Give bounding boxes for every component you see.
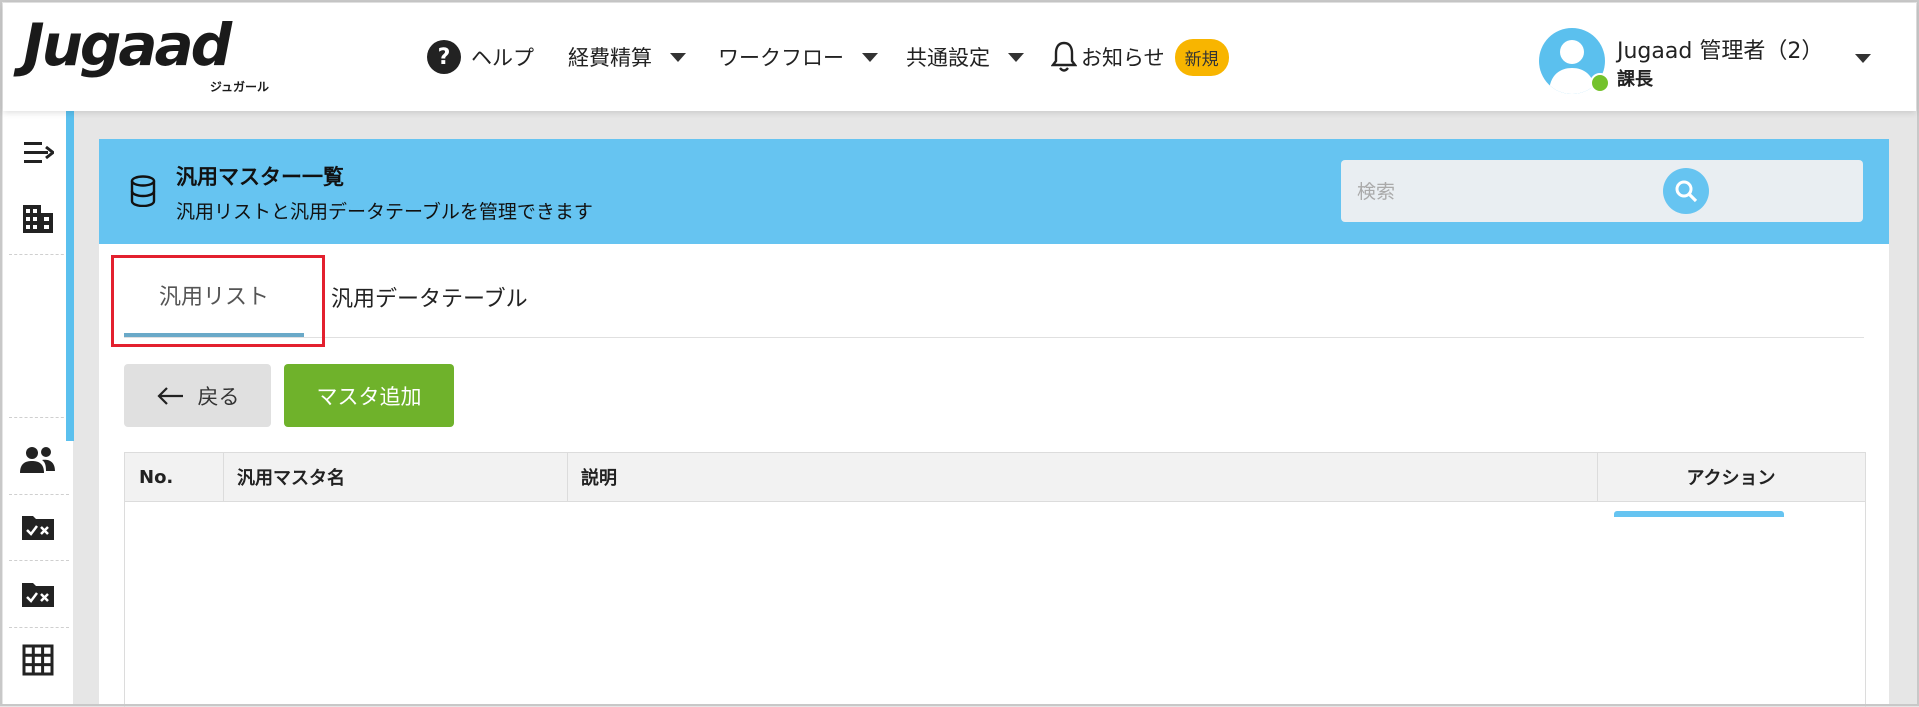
workflow-label: ワークフロー [718,46,844,70]
search-button[interactable] [1663,168,1709,214]
column-divider [567,453,568,501]
col-description: 説明 [581,468,617,489]
sidebar-item-organization[interactable] [3,187,73,251]
workflow-menu[interactable]: ワークフロー [718,3,878,111]
master-list-card: 汎用マスター一覧 汎用リストと汎用データテーブルを管理できます 汎用リスト 汎用… [99,139,1889,707]
page-title: 汎用マスター一覧 [176,165,344,189]
sidebar-item-grid[interactable] [3,628,73,692]
notifications-label: お知らせ [1081,46,1165,70]
action-button-partial[interactable] [1614,511,1784,517]
search-box [1341,160,1863,224]
sidebar-divider [9,417,69,418]
users-icon [20,447,55,473]
tab-generic-data-table[interactable]: 汎用データテーブル [331,257,528,337]
folder-check-icon [22,516,54,540]
expense-menu[interactable]: 経費精算 [568,3,686,111]
common-settings-menu[interactable]: 共通設定 [906,3,1024,111]
database-icon [130,175,156,207]
sidebar-item-folder-approval-1[interactable] [3,495,73,559]
sidebar-item-folder-approval-2[interactable] [3,562,73,626]
col-action: アクション [1686,468,1776,489]
folder-check-icon [22,583,54,607]
chevron-down-icon [862,52,878,62]
back-button[interactable]: 戻る [124,364,271,427]
add-master-button[interactable]: マスタ追加 [284,364,454,427]
sidebar-item-users[interactable] [3,428,73,492]
help-label: ヘルプ [471,46,534,70]
building-icon [23,205,53,233]
user-menu-chevron-icon[interactable] [1855,54,1871,63]
sidebar-divider [9,560,69,561]
arrow-left-icon [156,386,183,405]
new-badge: 新規 [1174,38,1229,76]
card-header: 汎用マスター一覧 汎用リストと汎用データテーブルを管理できます [99,139,1889,244]
sidebar-item-toggle[interactable] [3,121,73,185]
help-menu[interactable]: ? ヘルプ [427,3,534,111]
logo-text: Jugaad [23,11,232,79]
highlight-annotation [111,255,325,347]
table-header: No. 汎用マスタ名 説明 アクション [125,453,1865,502]
master-table: No. 汎用マスタ名 説明 アクション [124,452,1866,707]
sidebar-divider [9,254,69,255]
page-subtitle: 汎用リストと汎用データテーブルを管理できます [176,201,593,223]
common-settings-label: 共通設定 [906,46,990,70]
back-label: 戻る [197,384,240,409]
jugaad-logo[interactable]: Jugaad ジュガール [23,15,283,99]
bell-icon [1051,41,1077,72]
top-header: Jugaad ジュガール ? ヘルプ 経費精算 ワークフロー 共通設定 お知らせ… [3,3,1916,111]
tab-bar: 汎用リスト 汎用データテーブル [124,257,1864,338]
menu-collapse-icon [24,142,54,163]
user-name[interactable]: Jugaad 管理者（2） [1617,33,1823,65]
col-master-name: 汎用マスタ名 [237,468,345,489]
sidebar-active-strip [66,111,74,441]
sidebar [3,111,73,706]
column-divider [223,453,224,501]
logo-subtext: ジュガール [209,80,269,94]
user-role: 課長 [1617,69,1653,90]
online-status-dot [1590,73,1610,93]
expense-label: 経費精算 [568,46,652,70]
grid-icon [22,644,54,676]
search-icon [1675,180,1698,203]
help-icon: ? [427,40,461,74]
notifications-menu[interactable]: お知らせ 新規 [1051,3,1229,111]
col-no: No. [139,466,174,488]
search-input[interactable] [1355,160,1799,224]
chevron-down-icon [670,52,686,62]
chevron-down-icon [1008,52,1024,62]
